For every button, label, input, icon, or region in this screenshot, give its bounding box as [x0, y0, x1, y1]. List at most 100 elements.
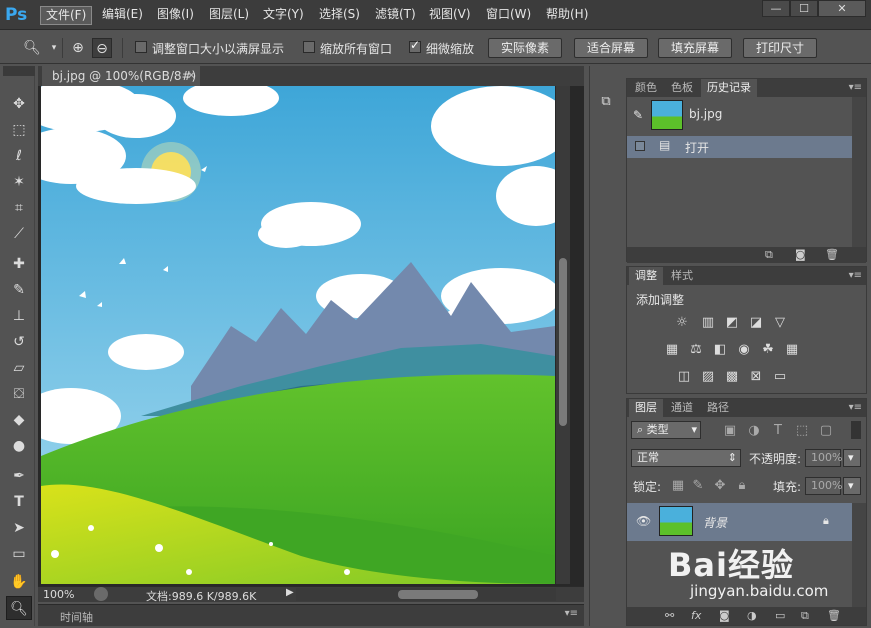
pen-tool-icon[interactable]: ✒ — [6, 464, 32, 488]
color-lookup-icon[interactable]: ▦ — [783, 342, 801, 358]
adjustment-layer-icon[interactable]: ◑ — [747, 609, 757, 622]
new-document-from-state-icon[interactable]: ⧉ — [765, 248, 773, 262]
color-balance-icon[interactable]: ⚖ — [687, 342, 705, 358]
toolbox-header[interactable] — [3, 66, 35, 76]
stamp-tool-icon[interactable]: ⊥ — [6, 304, 32, 328]
status-info-icon[interactable] — [94, 587, 108, 601]
levels-icon[interactable]: ▥ — [699, 315, 717, 331]
tab-styles[interactable]: 样式 — [665, 267, 699, 285]
fill-input[interactable]: 100% — [805, 477, 842, 495]
layer-filter-kind-select[interactable]: ⌕ 类型 ▾ — [631, 421, 701, 439]
smart-object-filter-icon[interactable]: ▢ — [817, 423, 835, 439]
selective-color-icon[interactable]: ▭ — [771, 369, 789, 385]
vertical-scrollbar[interactable] — [556, 86, 570, 584]
zoom-in-icon[interactable]: ⊕ — [68, 38, 88, 58]
link-layers-icon[interactable]: ⚯ — [665, 609, 674, 622]
lock-transparent-icon[interactable]: ▦ — [669, 478, 687, 494]
menu-window[interactable]: 窗口(W) — [481, 6, 536, 25]
hand-tool-icon[interactable]: ✋ — [6, 570, 32, 594]
lock-pixels-icon[interactable]: ✎ — [689, 478, 707, 494]
menu-view[interactable]: 视图(V) — [424, 6, 476, 25]
menu-edit[interactable]: 编辑(E) — [97, 6, 148, 25]
layers-scrollbar[interactable] — [852, 503, 866, 607]
invert-icon[interactable]: ◫ — [675, 369, 693, 385]
threshold-icon[interactable]: ▩ — [723, 369, 741, 385]
fill-screen-button[interactable]: 填充屏幕 — [658, 38, 732, 58]
tab-channels[interactable]: 通道 — [665, 399, 699, 417]
fit-screen-button[interactable]: 适合屏幕 — [574, 38, 648, 58]
marquee-tool-icon[interactable]: ⬚ — [6, 118, 32, 142]
filter-toggle[interactable] — [851, 421, 861, 439]
new-group-icon[interactable]: ▭ — [775, 609, 785, 622]
add-mask-icon[interactable]: ◙ — [719, 609, 730, 622]
layer-style-icon[interactable]: fx — [691, 609, 701, 622]
tab-adjustments[interactable]: 调整 — [629, 267, 663, 285]
tab-paths[interactable]: 路径 — [701, 399, 735, 417]
step-checkbox[interactable] — [635, 141, 645, 151]
zoom-tool-icon[interactable]: 🔍︎ — [6, 596, 32, 620]
opacity-dropdown[interactable]: ▾ — [843, 449, 861, 467]
document-tab[interactable]: bj.jpg @ 100%(RGB/8#) ✕ — [42, 66, 200, 86]
zoom-all-checkbox[interactable] — [303, 41, 315, 53]
type-tool-icon[interactable]: T — [6, 490, 32, 514]
layer-name[interactable]: 背景 — [703, 514, 727, 531]
history-step-row[interactable]: ▤ 打开 — [627, 136, 852, 158]
history-panel-icon[interactable]: ⧉ — [594, 90, 618, 114]
move-tool-icon[interactable]: ✥ — [6, 92, 32, 116]
lock-position-icon[interactable]: ✥ — [711, 478, 729, 494]
history-scrollbar[interactable] — [852, 97, 866, 247]
brush-tool-icon[interactable]: ✎ — [6, 278, 32, 302]
eraser-tool-icon[interactable]: ▱ — [6, 356, 32, 380]
vibrance-icon[interactable]: ▽ — [771, 315, 789, 331]
black-white-icon[interactable]: ◧ — [711, 342, 729, 358]
tab-layers[interactable]: 图层 — [629, 399, 663, 417]
menu-type[interactable]: 文字(Y) — [258, 6, 309, 25]
history-brush-tool-icon[interactable]: ↺ — [6, 330, 32, 354]
exposure-icon[interactable]: ◪ — [747, 315, 765, 331]
camera-icon[interactable]: ◙ — [795, 248, 806, 261]
zoom-level[interactable]: 100% — [43, 588, 74, 601]
menu-select[interactable]: 选择(S) — [314, 6, 365, 25]
resize-windows-checkbox[interactable] — [135, 41, 147, 53]
pixel-filter-icon[interactable]: ▣ — [721, 423, 739, 439]
eyedropper-tool-icon[interactable]: ⟋ — [6, 222, 32, 246]
brightness-contrast-icon[interactable]: ☼ — [673, 315, 691, 331]
image-canvas[interactable] — [41, 86, 555, 584]
blur-tool-icon[interactable]: ◆ — [6, 408, 32, 432]
maximize-button[interactable]: ☐ — [790, 0, 818, 17]
minimize-button[interactable]: — — [762, 0, 790, 17]
history-brush-source-icon[interactable]: ✎ — [633, 108, 643, 122]
print-size-button[interactable]: 打印尺寸 — [743, 38, 817, 58]
horizontal-scrollbar[interactable] — [296, 588, 556, 601]
lock-all-icon[interactable]: 🔒︎ — [733, 478, 751, 494]
paint-bucket-tool-icon[interactable]: ⛋ — [6, 382, 32, 406]
tab-color[interactable]: 颜色 — [629, 79, 663, 97]
menu-image[interactable]: 图像(I) — [152, 6, 199, 25]
crop-tool-icon[interactable]: ⌗ — [6, 196, 32, 220]
trash-icon[interactable]: 🗑︎ — [827, 609, 841, 622]
type-filter-icon[interactable]: T — [769, 423, 787, 439]
adjustment-filter-icon[interactable]: ◑ — [745, 423, 763, 439]
menu-filter[interactable]: 滤镜(T) — [370, 6, 421, 25]
new-layer-icon[interactable]: ⧉ — [801, 609, 809, 623]
rectangle-tool-icon[interactable]: ▭ — [6, 542, 32, 566]
path-selection-tool-icon[interactable]: ➤ — [6, 516, 32, 540]
panel-menu-icon[interactable]: ▾≡ — [849, 399, 862, 417]
panel-menu-icon[interactable]: ▾≡ — [849, 79, 862, 97]
gradient-map-icon[interactable]: ⊠ — [747, 369, 765, 385]
panel-menu-icon[interactable]: ▾≡ — [849, 267, 862, 285]
timeline-panel[interactable]: 时间轴 ▾≡ — [38, 604, 584, 626]
curves-icon[interactable]: ◩ — [723, 315, 741, 331]
fill-dropdown[interactable]: ▾ — [843, 477, 861, 495]
hue-saturation-icon[interactable]: ▦ — [663, 342, 681, 358]
play-icon[interactable]: ▶ — [286, 587, 294, 598]
vertical-scrollbar-thumb[interactable] — [559, 258, 567, 426]
actual-pixels-button[interactable]: 实际像素 — [488, 38, 562, 58]
tab-history[interactable]: 历史记录 — [701, 79, 757, 97]
magic-wand-tool-icon[interactable]: ✶ — [6, 170, 32, 194]
channel-mixer-icon[interactable]: ☘ — [759, 342, 777, 358]
blend-mode-select[interactable]: 正常 ⇕ — [631, 449, 741, 467]
trash-icon[interactable]: 🗑︎ — [825, 248, 839, 261]
eye-icon[interactable]: 👁︎ — [636, 514, 651, 528]
menu-file[interactable]: 文件(F) — [40, 6, 93, 25]
